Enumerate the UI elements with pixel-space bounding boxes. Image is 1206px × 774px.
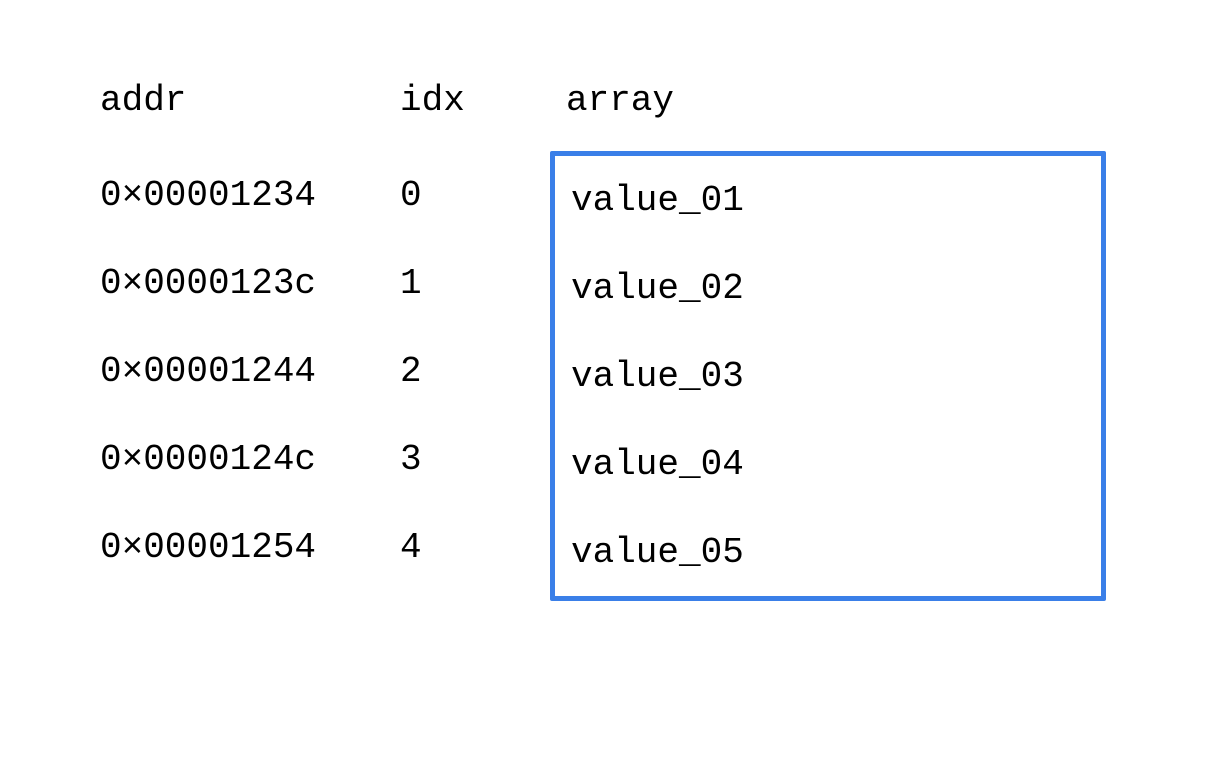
array-cell: value_02 <box>555 244 1101 332</box>
addr-cell: 0×00001234 <box>100 151 400 239</box>
column-array: array value_01 value_02 value_03 value_0… <box>550 80 1106 601</box>
array-cell: value_01 <box>555 156 1101 244</box>
column-addr: addr 0×00001234 0×0000123c 0×00001244 0×… <box>100 80 400 591</box>
addr-cell: 0×00001254 <box>100 503 400 591</box>
idx-cell: 4 <box>400 503 550 591</box>
addr-cell: 0×00001244 <box>100 327 400 415</box>
idx-cell: 0 <box>400 151 550 239</box>
addr-cell: 0×0000123c <box>100 239 400 327</box>
header-addr: addr <box>100 80 400 151</box>
array-cell: value_04 <box>555 420 1101 508</box>
addr-cell: 0×0000124c <box>100 415 400 503</box>
header-array: array <box>550 80 1106 151</box>
header-idx: idx <box>400 80 550 151</box>
idx-cell: 2 <box>400 327 550 415</box>
array-cell: value_05 <box>555 508 1101 596</box>
idx-cell: 3 <box>400 415 550 503</box>
column-idx: idx 0 1 2 3 4 <box>400 80 550 591</box>
array-box: value_01 value_02 value_03 value_04 valu… <box>550 151 1106 601</box>
memory-array-diagram: addr 0×00001234 0×0000123c 0×00001244 0×… <box>100 80 1106 601</box>
idx-cell: 1 <box>400 239 550 327</box>
array-cell: value_03 <box>555 332 1101 420</box>
